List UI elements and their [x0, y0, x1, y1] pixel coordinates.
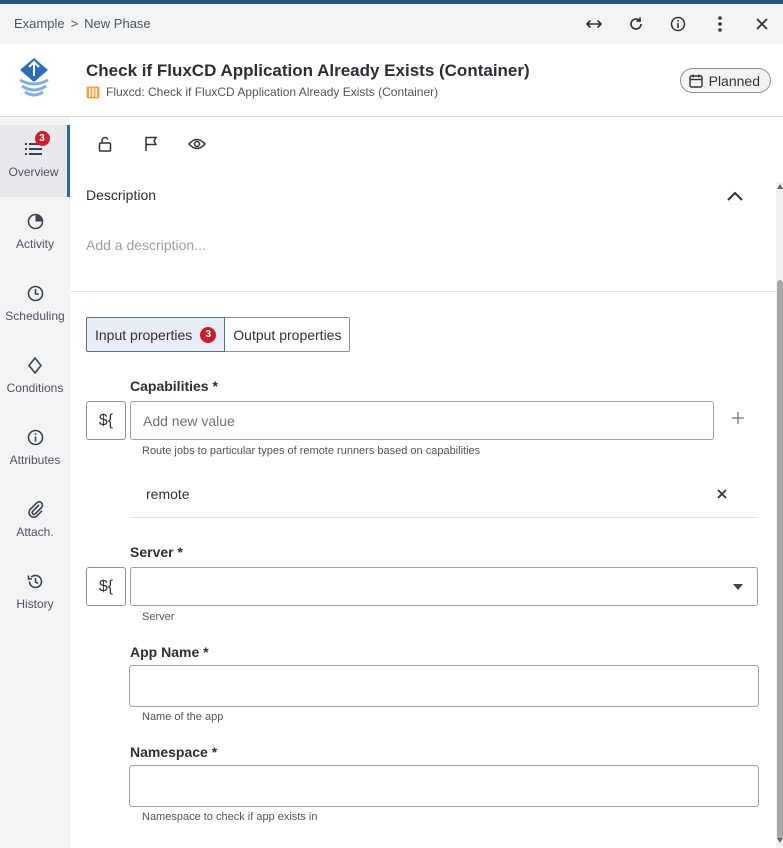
description-label: Description — [86, 187, 157, 203]
server-help: Server — [142, 611, 175, 623]
capabilities-help: Route jobs to particular types of remote… — [142, 445, 481, 457]
top-bar: Example > New Phase — [0, 4, 783, 44]
sidebar: 3 Overview Activity Scheduling Condition… — [0, 117, 70, 848]
diamond-icon — [25, 355, 45, 375]
fluxcd-plugin-icon — [86, 86, 100, 98]
caret-down-icon — [733, 584, 743, 590]
sidebar-item-history[interactable]: History — [0, 557, 70, 629]
sidebar-item-label: Attach. — [16, 525, 54, 539]
namespace-label: Namespace * — [130, 744, 218, 760]
sidebar-item-activity[interactable]: Activity — [0, 197, 70, 269]
scroll-up-icon[interactable] — [777, 184, 783, 189]
list-icon: 3 — [24, 131, 50, 159]
info-icon[interactable] — [657, 4, 699, 44]
sidebar-item-label: Attributes — [9, 453, 61, 467]
sidebar-item-attachments[interactable]: Attach. — [0, 485, 70, 557]
close-icon[interactable] — [741, 4, 783, 44]
paperclip-icon — [25, 499, 45, 519]
tab-label: Output properties — [233, 326, 342, 343]
remove-value-icon[interactable] — [714, 486, 730, 502]
sidebar-item-label: History — [16, 597, 54, 611]
status-badge[interactable]: Planned — [679, 68, 771, 93]
task-title: Check if FluxCD Application Already Exis… — [86, 61, 530, 80]
chevron-up-icon[interactable] — [725, 187, 745, 207]
scrollbar-thumb[interactable] — [777, 280, 783, 840]
scroll-down-icon[interactable] — [777, 838, 783, 843]
sidebar-item-scheduling[interactable]: Scheduling — [0, 269, 70, 341]
breadcrumb-separator: > — [70, 16, 79, 31]
tab-output-properties[interactable]: Output properties — [225, 317, 351, 352]
server-label: Server * — [130, 544, 183, 560]
namespace-help: Namespace to check if app exists in — [142, 811, 318, 823]
eye-icon[interactable] — [188, 135, 206, 153]
app-name-help: Name of the app — [142, 711, 224, 723]
add-value-icon[interactable] — [728, 408, 748, 428]
sidebar-item-attributes[interactable]: Attributes — [0, 413, 70, 485]
status-label: Planned — [708, 72, 760, 89]
clock-icon — [25, 283, 45, 303]
server-select[interactable] — [130, 567, 758, 606]
property-tabs: Input properties 3 Output properties — [86, 317, 351, 352]
sidebar-item-label: Scheduling — [5, 309, 65, 323]
activity-icon — [25, 211, 45, 231]
sidebar-item-label: Overview — [8, 165, 59, 179]
breadcrumb: Example > New Phase — [14, 16, 151, 31]
sidebar-item-label: Activity — [15, 237, 54, 251]
lock-icon[interactable] — [96, 135, 114, 153]
vertical-scrollbar[interactable] — [776, 182, 783, 848]
tab-label: Input properties — [95, 326, 193, 343]
capability-value: remote — [146, 486, 190, 502]
top-icons — [573, 4, 783, 44]
main-content: Description Add a description... Input p… — [70, 117, 783, 848]
capabilities-label: Capabilities * — [130, 378, 218, 394]
calendar-icon — [688, 74, 703, 88]
capabilities-variable-button[interactable]: ${ — [86, 401, 126, 440]
description-input[interactable]: Add a description... — [86, 237, 206, 253]
more-vertical-icon[interactable] — [699, 4, 741, 44]
flag-icon[interactable] — [142, 135, 160, 153]
server-variable-button[interactable]: ${ — [86, 567, 126, 606]
app-name-input[interactable] — [129, 665, 759, 707]
sidebar-item-conditions[interactable]: Conditions — [0, 341, 70, 413]
sidebar-item-label: Conditions — [6, 381, 64, 395]
tab-input-properties[interactable]: Input properties 3 — [86, 317, 226, 352]
info-icon — [25, 427, 45, 447]
divider — [70, 291, 783, 292]
task-subtitle: Fluxcd: Check if FluxCD Application Alre… — [86, 85, 438, 99]
refresh-icon[interactable] — [615, 4, 657, 44]
tab-badge: 3 — [200, 326, 217, 343]
capabilities-input[interactable]: Add new value — [130, 401, 714, 440]
overview-badge: 3 — [34, 131, 50, 146]
namespace-input[interactable] — [129, 765, 759, 807]
capability-value-row: remote — [130, 477, 758, 518]
history-icon — [25, 571, 45, 591]
app-name-label: App Name * — [130, 644, 209, 660]
breadcrumb-parent[interactable]: Example — [14, 16, 65, 31]
task-header: Check if FluxCD Application Already Exis… — [0, 44, 783, 117]
app-logo-icon — [14, 56, 54, 98]
breadcrumb-current: New Phase — [84, 16, 151, 31]
task-subtitle-text: Fluxcd: Check if FluxCD Application Alre… — [106, 85, 439, 99]
sidebar-item-overview[interactable]: 3 Overview — [0, 125, 70, 197]
task-toolbar — [96, 135, 206, 153]
expand-horizontal-icon[interactable] — [573, 4, 615, 44]
